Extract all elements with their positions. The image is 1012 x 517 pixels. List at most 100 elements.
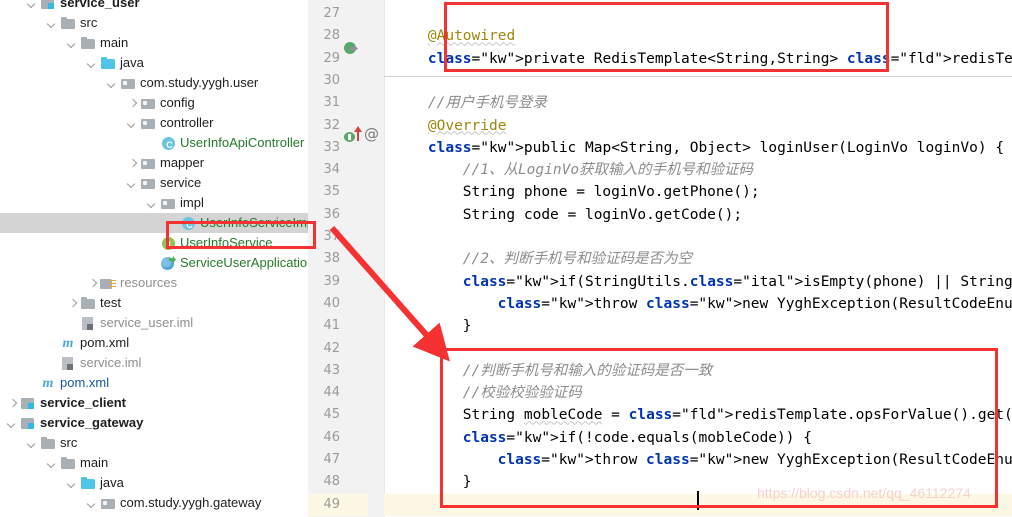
line-number[interactable]: 28 <box>308 25 340 47</box>
line-number[interactable]: 46 <box>308 427 340 449</box>
indent-spacer <box>0 483 66 484</box>
line-number[interactable]: 44 <box>308 382 340 404</box>
code-line[interactable]: //用户手机号登录 <box>428 92 547 114</box>
tree-item-impl[interactable]: impl <box>0 193 308 213</box>
tree-item-java[interactable]: java <box>0 473 308 493</box>
indent-spacer <box>0 443 26 444</box>
tree-item-src[interactable]: src <box>0 433 308 453</box>
code-line[interactable]: class="kw">throw class="kw">new YyghExce… <box>498 293 1012 315</box>
iml-file-icon <box>80 315 96 331</box>
chevron-down-icon[interactable] <box>66 37 79 50</box>
chevron-down-icon[interactable] <box>126 117 139 130</box>
tree-item-label: impl <box>180 195 204 210</box>
indent-spacer <box>0 383 26 384</box>
module-folder-icon <box>20 415 36 431</box>
tree-item-service-iml[interactable]: service.iml <box>0 353 308 373</box>
chevron-down-icon[interactable] <box>46 17 59 30</box>
line-number[interactable]: 30 <box>308 70 340 92</box>
package-icon <box>140 95 156 111</box>
chevron-down-icon[interactable] <box>26 0 39 10</box>
tree-item-label: pom.xml <box>60 375 110 390</box>
tree-item-java[interactable]: java <box>0 53 308 73</box>
line-number[interactable]: 29 <box>308 48 340 70</box>
line-number[interactable]: 49 <box>308 494 340 516</box>
line-number[interactable]: 47 <box>308 449 340 471</box>
tree-item-label: java <box>120 55 144 70</box>
line-number[interactable]: 48 <box>308 471 340 493</box>
pointer-arrow <box>329 226 450 362</box>
source-folder-icon <box>80 475 96 491</box>
package-icon <box>100 495 116 511</box>
tree-item-service[interactable]: service <box>0 173 308 193</box>
override-arrow-gutter-icon[interactable] <box>354 126 362 142</box>
spring-bean-gutter-icon[interactable] <box>344 41 359 56</box>
tree-item-label: java <box>100 475 124 490</box>
twisty-placeholder <box>146 257 159 270</box>
module-folder-icon <box>40 0 56 11</box>
tree-item-com-study-yygh-gateway[interactable]: com.study.yygh.gateway <box>0 493 308 513</box>
chevron-down-icon[interactable] <box>146 197 159 210</box>
chevron-down-icon[interactable] <box>106 77 119 90</box>
code-line[interactable]: class="kw">if(StringUtils.class="ital">i… <box>463 271 1012 293</box>
tree-item-label: src <box>80 15 98 30</box>
chevron-right-icon[interactable] <box>66 297 79 310</box>
tree-item-resources[interactable]: resources <box>0 273 308 293</box>
line-number[interactable]: 27 <box>308 3 340 25</box>
method-separator-line <box>384 76 1012 77</box>
chevron-down-icon[interactable] <box>66 477 79 490</box>
code-line[interactable]: class="kw">public Map<String, Object> lo… <box>428 137 1004 159</box>
resources-folder-icon <box>100 275 116 291</box>
chevron-down-icon[interactable] <box>126 177 139 190</box>
tree-item-label: src <box>60 435 78 450</box>
tree-item-userinfoapicontroller[interactable]: UserInfoApiController <box>0 133 308 153</box>
tree-item-main[interactable]: main <box>0 33 308 53</box>
tree-item-main[interactable]: main <box>0 453 308 473</box>
maven-pom-icon <box>40 375 56 392</box>
chevron-down-icon[interactable] <box>26 437 39 450</box>
tree-item-src[interactable]: src <box>0 13 308 33</box>
tree-item-service-client[interactable]: service_client <box>0 393 308 413</box>
chevron-right-icon[interactable] <box>126 97 139 110</box>
folder-icon <box>80 295 96 311</box>
tree-item-pom-xml[interactable]: pom.xml <box>0 333 308 353</box>
twisty-placeholder <box>66 317 79 330</box>
code-line[interactable]: //1、从LoginVo获取输入的手机号和验证码 <box>463 159 753 181</box>
line-number[interactable]: 45 <box>308 404 340 426</box>
chevron-down-icon[interactable] <box>6 417 19 430</box>
tree-item-mapper[interactable]: mapper <box>0 153 308 173</box>
chevron-down-icon[interactable] <box>86 57 99 70</box>
indent-spacer <box>0 463 46 464</box>
line-number[interactable]: 33 <box>308 137 340 159</box>
tree-item-service-gateway[interactable]: service_gateway <box>0 413 308 433</box>
tree-item-controller[interactable]: controller <box>0 113 308 133</box>
tree-item-config[interactable]: config <box>0 93 308 113</box>
chevron-down-icon[interactable] <box>46 457 59 470</box>
project-tree-panel[interactable]: service_usersrc main java com.study.yygh.us… <box>0 0 308 517</box>
tree-item-service-user-iml[interactable]: service_user.iml <box>0 313 308 333</box>
line-number[interactable]: 31 <box>308 92 340 114</box>
package-icon <box>140 175 156 191</box>
indent-spacer <box>0 363 46 364</box>
annotation-at-gutter-icon[interactable]: @ <box>364 126 379 142</box>
line-number[interactable]: 35 <box>308 181 340 203</box>
tree-item-com-study-yygh-user[interactable]: com.study.yygh.user <box>0 73 308 93</box>
tree-item-service-user[interactable]: service_user <box>0 0 308 13</box>
line-number[interactable]: 34 <box>308 159 340 181</box>
tree-item-label: service_client <box>40 395 127 410</box>
tree-item-test[interactable]: test <box>0 293 308 313</box>
verify-code-check-box <box>440 348 998 508</box>
code-line[interactable]: String phone = loginVo.getPhone(); <box>463 181 760 203</box>
tree-item-label: service_user <box>60 0 140 10</box>
line-number[interactable]: 32 <box>308 115 340 137</box>
tree-item-label: service_user.iml <box>100 315 194 330</box>
tree-item-serviceuserapplication[interactable]: ServiceUserApplication <box>0 253 308 273</box>
indent-spacer <box>0 263 146 264</box>
chevron-right-icon[interactable] <box>126 157 139 170</box>
chevron-down-icon[interactable] <box>86 497 99 510</box>
code-line[interactable]: @Override <box>428 115 507 137</box>
indent-spacer <box>0 303 66 304</box>
twisty-placeholder <box>46 337 59 350</box>
tree-item-pom-xml[interactable]: pom.xml <box>0 373 308 393</box>
chevron-right-icon[interactable] <box>6 397 19 410</box>
chevron-right-icon[interactable] <box>86 277 99 290</box>
